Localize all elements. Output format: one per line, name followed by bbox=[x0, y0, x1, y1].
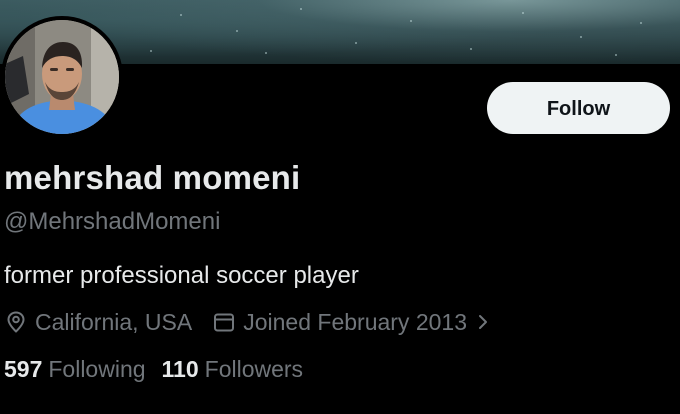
followers-count: 110 bbox=[161, 356, 199, 382]
avatar-portrait bbox=[5, 20, 119, 134]
display-name: mehrshad momeni bbox=[4, 159, 301, 196]
avatar[interactable] bbox=[1, 16, 123, 138]
followers-link[interactable]: 110 Followers bbox=[162, 356, 304, 383]
follow-button[interactable]: Follow bbox=[487, 82, 670, 134]
profile-bio: former professional soccer player bbox=[4, 262, 359, 289]
avatar-photo bbox=[5, 20, 119, 134]
chevron-right-icon[interactable] bbox=[475, 312, 491, 332]
username-handle: @MehrshadMomeni bbox=[4, 208, 221, 235]
calendar-icon bbox=[212, 310, 236, 334]
location-text: California, USA bbox=[35, 308, 193, 335]
follow-stats: 597 Following 110 Followers bbox=[4, 356, 303, 383]
joined-date-text: Joined February 2013 bbox=[243, 308, 467, 335]
following-count: 597 bbox=[4, 356, 43, 382]
profile-meta: California, USA Joined February 2013 bbox=[4, 306, 491, 338]
followers-label: Followers bbox=[204, 356, 304, 382]
following-link[interactable]: 597 Following bbox=[4, 356, 146, 383]
following-label: Following bbox=[48, 356, 146, 382]
location-pin-icon bbox=[4, 310, 28, 334]
